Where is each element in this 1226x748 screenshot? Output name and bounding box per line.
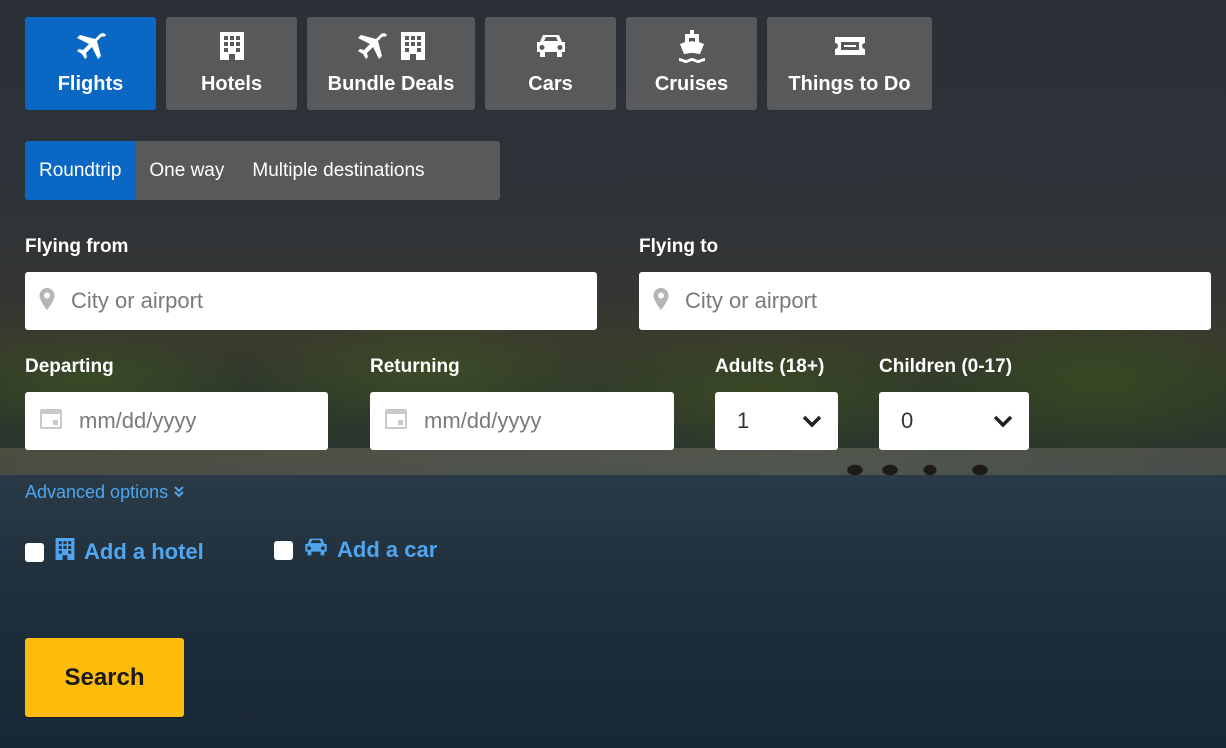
- tab-bundle-deals[interactable]: Bundle Deals: [307, 17, 475, 110]
- flying-to-input[interactable]: [669, 272, 1211, 330]
- returning-date-input[interactable]: [408, 392, 674, 450]
- double-chevron-down-icon: [174, 482, 184, 503]
- add-hotel-checkbox[interactable]: [25, 542, 44, 562]
- tab-label: Cars: [528, 73, 573, 95]
- tab-label: Bundle Deals: [327, 73, 455, 95]
- tab-label: Hotels: [200, 73, 263, 95]
- flying-from-label: Flying from: [25, 236, 129, 257]
- product-tabs: Flights Hotels Bundle Deals Cars Cruises…: [25, 17, 932, 110]
- location-pin-icon: [653, 287, 669, 315]
- children-select[interactable]: 0: [879, 392, 1029, 450]
- hotel-icon: [399, 30, 427, 68]
- add-hotel-option: Add a hotel: [25, 536, 204, 568]
- trip-type-roundtrip[interactable]: Roundtrip: [25, 141, 136, 200]
- plane-icon: [355, 31, 389, 67]
- departing-label: Departing: [25, 356, 114, 377]
- flying-to-field: [639, 272, 1211, 330]
- children-value: 0: [901, 408, 914, 433]
- adults-select[interactable]: 1: [715, 392, 838, 450]
- trip-type-multiple-destinations[interactable]: Multiple destinations: [238, 141, 438, 200]
- tab-flights[interactable]: Flights: [25, 17, 156, 110]
- trip-type-selector: Roundtrip One way Multiple destinations: [25, 141, 500, 200]
- tab-cruises[interactable]: Cruises: [626, 17, 757, 110]
- tab-label: Flights: [57, 73, 124, 95]
- returning-field: [370, 392, 674, 450]
- advanced-options-label: Advanced options: [25, 482, 169, 502]
- tab-things-to-do[interactable]: Things to Do: [767, 17, 932, 110]
- flying-from-field: [25, 272, 597, 330]
- departing-field: [25, 392, 328, 450]
- hotel-icon: [218, 30, 246, 68]
- plane-icon: [74, 31, 108, 67]
- search-button[interactable]: Search: [25, 638, 184, 717]
- tab-cars[interactable]: Cars: [485, 17, 616, 110]
- calendar-icon: [384, 407, 408, 436]
- advanced-options-link[interactable]: Advanced options: [25, 482, 184, 503]
- flying-from-input[interactable]: [55, 272, 597, 330]
- returning-label: Returning: [370, 356, 460, 377]
- hotel-icon: [54, 536, 76, 568]
- add-hotel-label[interactable]: Add a hotel: [84, 539, 204, 565]
- adults-label: Adults (18+): [715, 356, 825, 377]
- cruise-ship-icon: [677, 29, 707, 69]
- flying-to-label: Flying to: [639, 236, 719, 257]
- location-pin-icon: [39, 287, 55, 315]
- tab-hotels[interactable]: Hotels: [166, 17, 297, 110]
- ticket-icon: [833, 35, 867, 63]
- chevron-down-icon: [802, 408, 822, 434]
- car-icon: [303, 536, 329, 564]
- add-car-checkbox[interactable]: [274, 540, 293, 560]
- trip-type-one-way[interactable]: One way: [135, 141, 238, 200]
- tab-label: Cruises: [654, 73, 729, 95]
- chevron-down-icon: [993, 408, 1013, 434]
- adults-value: 1: [737, 408, 750, 433]
- car-icon: [534, 32, 568, 66]
- add-car-label[interactable]: Add a car: [337, 537, 437, 563]
- children-label: Children (0-17): [879, 356, 1013, 377]
- add-car-option: Add a car: [274, 536, 437, 564]
- tab-label: Things to Do: [788, 73, 911, 95]
- calendar-icon: [39, 407, 63, 436]
- departing-date-input[interactable]: [63, 392, 328, 450]
